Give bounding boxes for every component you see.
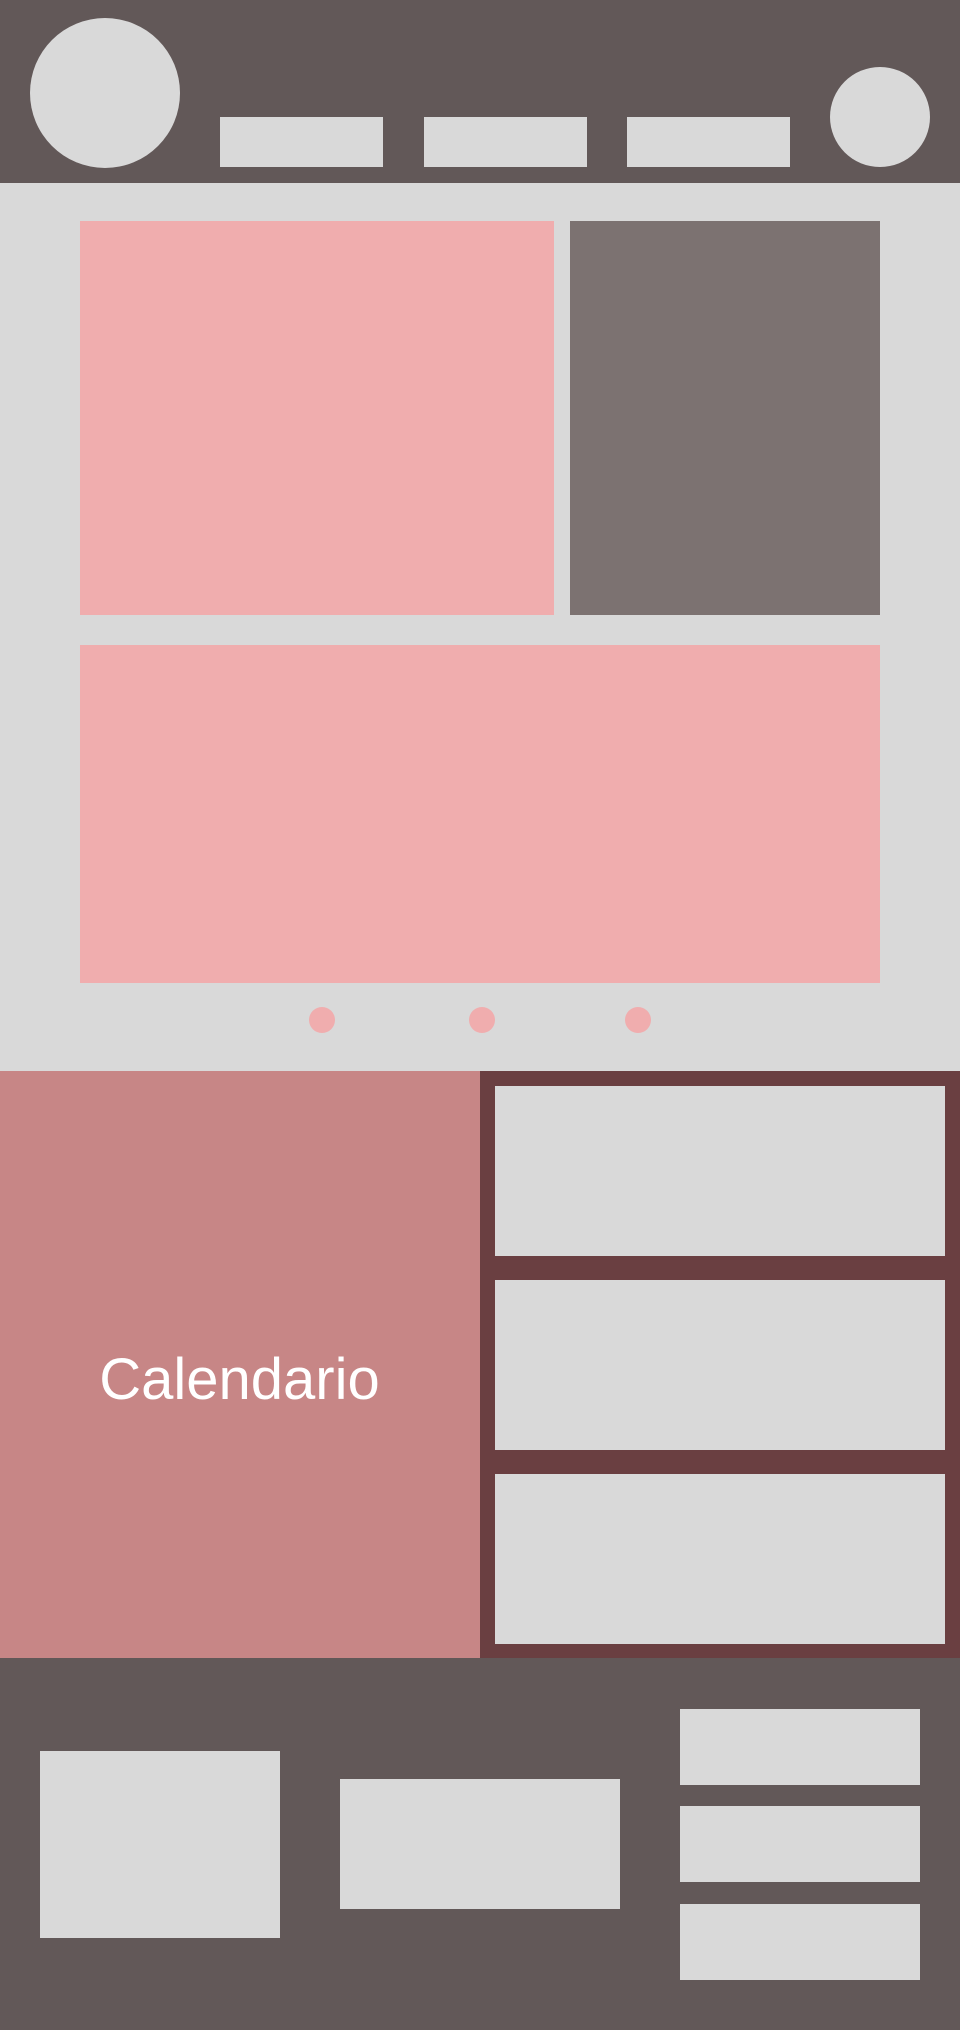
nav-button-1[interactable]	[220, 117, 383, 167]
gallery-main-image[interactable]	[80, 221, 554, 615]
calendar-panel[interactable]: Calendario	[0, 1071, 480, 1658]
nav-button-2[interactable]	[424, 117, 587, 167]
footer-block-1	[40, 1751, 280, 1938]
footer-link-1[interactable]	[680, 1709, 920, 1785]
carousel-dot-1[interactable]	[309, 1007, 335, 1033]
event-card-1[interactable]	[495, 1086, 945, 1256]
event-card-3[interactable]	[495, 1474, 945, 1644]
event-card-2[interactable]	[495, 1280, 945, 1450]
gallery-side-image[interactable]	[570, 221, 880, 615]
footer-block-2	[340, 1779, 620, 1909]
logo[interactable]	[30, 18, 180, 168]
footer-link-2[interactable]	[680, 1806, 920, 1882]
footer-link-3[interactable]	[680, 1904, 920, 1980]
gallery-banner-image[interactable]	[80, 645, 880, 983]
carousel-dot-2[interactable]	[469, 1007, 495, 1033]
profile-avatar[interactable]	[830, 67, 930, 167]
nav-button-3[interactable]	[627, 117, 790, 167]
calendar-label: Calendario	[99, 1347, 380, 1412]
carousel-dot-3[interactable]	[625, 1007, 651, 1033]
